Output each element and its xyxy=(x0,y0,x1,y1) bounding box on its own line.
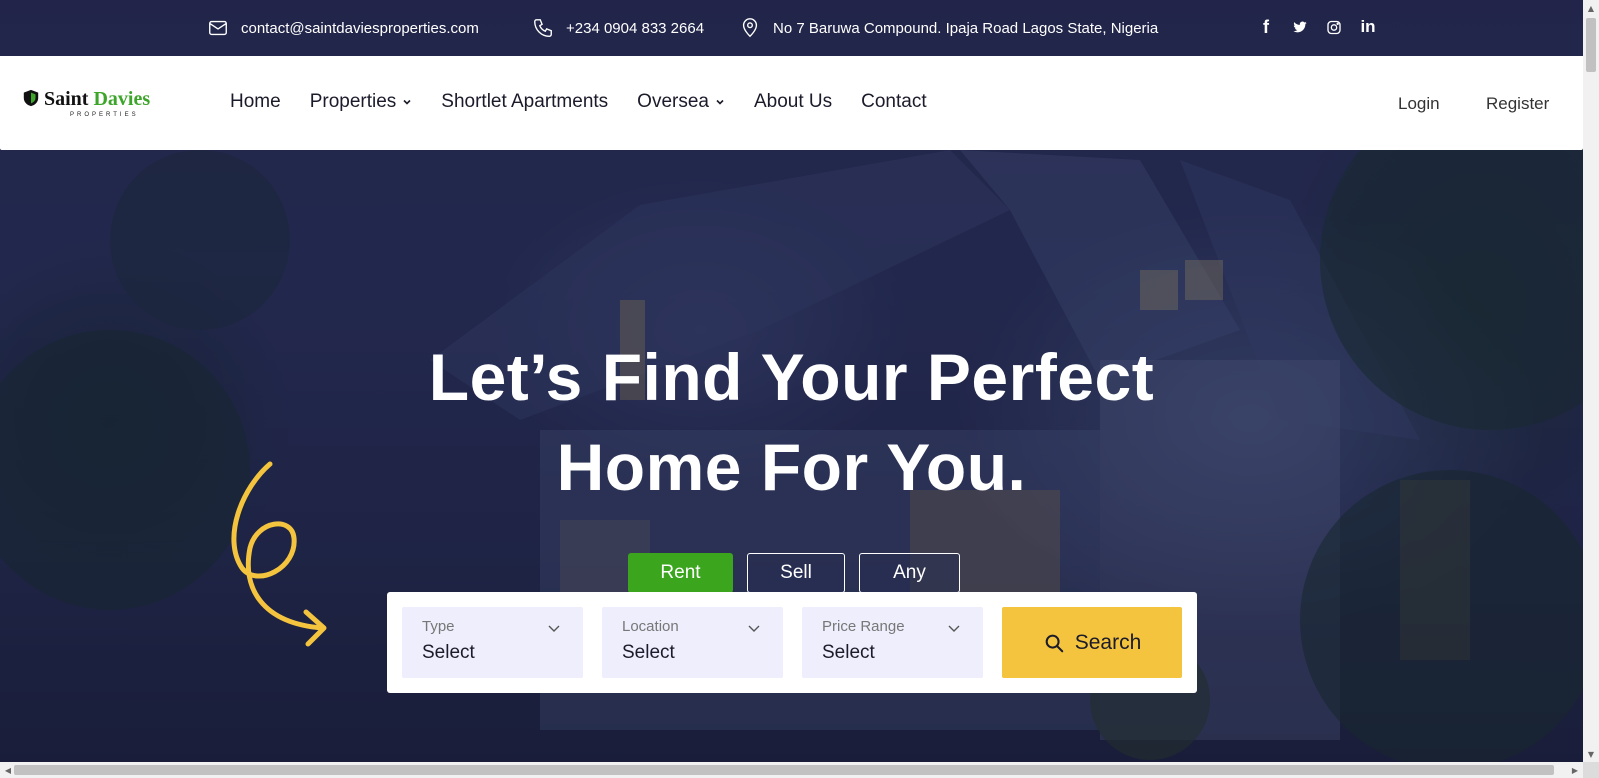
nav-about-label: About Us xyxy=(753,91,833,112)
top-contact-bar: contact@saintdaviesproperties.com +234 0… xyxy=(0,0,1583,56)
search-button-label: Search xyxy=(1074,630,1142,654)
facebook-icon[interactable]: f xyxy=(1258,17,1274,37)
nav-properties-label: Properties xyxy=(309,91,397,112)
search-icon xyxy=(1045,634,1063,652)
brand-name-part2: Davies xyxy=(93,88,151,110)
horizontal-scrollbar[interactable]: ◀ ▶ xyxy=(0,762,1583,778)
nav-home[interactable]: Home xyxy=(230,91,281,113)
twitter-icon[interactable] xyxy=(1292,17,1308,37)
nav-about[interactable]: About Us xyxy=(754,91,832,113)
scroll-down-arrow-icon[interactable]: ▼ xyxy=(1583,746,1599,762)
nav-oversea-label: Oversea xyxy=(637,91,709,112)
horizontal-scrollbar-thumb[interactable] xyxy=(14,765,1554,775)
scrollbar-corner xyxy=(1583,762,1599,778)
nav-contact[interactable]: Contact xyxy=(861,91,926,113)
nav-contact-label: Contact xyxy=(861,91,927,112)
search-button[interactable]: Search xyxy=(1002,607,1182,678)
property-search-form: Type Select Location Select Price Range … xyxy=(387,592,1197,693)
instagram-icon[interactable] xyxy=(1326,17,1342,37)
hero-title-line1: Let’s Find Your Perfect xyxy=(428,340,1155,414)
location-select[interactable]: Location Select xyxy=(602,607,783,678)
tab-rent[interactable]: Rent xyxy=(628,553,733,593)
phone-icon xyxy=(534,19,552,37)
listing-type-tabs: Rent Sell Any xyxy=(628,553,960,593)
nav-home-label: Home xyxy=(230,91,281,112)
login-link[interactable]: Login xyxy=(1398,94,1440,114)
chevron-down-icon xyxy=(403,99,411,105)
vertical-scrollbar[interactable]: ▲ ▼ xyxy=(1583,0,1599,762)
social-links: f in xyxy=(1258,17,1376,37)
brand-logo[interactable]: Saint Davies PROPERTIES xyxy=(22,88,151,118)
brand-name-part1: Saint xyxy=(44,88,89,110)
linkedin-icon[interactable]: in xyxy=(1360,17,1376,37)
chevron-down-icon xyxy=(716,99,724,105)
phone-text[interactable]: +234 0904 833 2664 xyxy=(566,20,704,37)
nav-shortlet-label: Shortlet Apartments xyxy=(441,91,609,112)
shield-logo-icon xyxy=(23,89,39,107)
scroll-up-arrow-icon[interactable]: ▲ xyxy=(1583,0,1599,16)
email-text[interactable]: contact@saintdaviesproperties.com xyxy=(241,20,479,37)
chevron-down-icon xyxy=(548,625,560,632)
nav-shortlet[interactable]: Shortlet Apartments xyxy=(441,91,608,113)
price-range-select-value: Select xyxy=(822,642,875,663)
vertical-scrollbar-thumb[interactable] xyxy=(1586,18,1596,72)
address-text: No 7 Baruwa Compound. Ipaja Road Lagos S… xyxy=(773,19,1159,37)
type-select[interactable]: Type Select xyxy=(402,607,583,678)
chevron-down-icon xyxy=(748,625,760,632)
register-link[interactable]: Register xyxy=(1486,94,1549,114)
address-contact: No 7 Baruwa Compound. Ipaja Road Lagos S… xyxy=(739,17,1158,39)
nav-menu: Home Properties Shortlet Apartments Over… xyxy=(230,91,956,113)
tab-any[interactable]: Any xyxy=(859,553,960,593)
type-select-value: Select xyxy=(422,642,475,663)
phone-contact[interactable]: +234 0904 833 2664 xyxy=(532,17,704,39)
nav-oversea[interactable]: Oversea xyxy=(637,91,725,113)
brand-subtitle: PROPERTIES xyxy=(70,112,139,118)
curly-arrow-decoration xyxy=(231,461,327,647)
envelope-icon xyxy=(209,20,227,36)
scroll-right-arrow-icon[interactable]: ▶ xyxy=(1567,762,1583,778)
main-navbar: Saint Davies PROPERTIES Home Properties … xyxy=(0,56,1583,150)
email-contact[interactable]: contact@saintdaviesproperties.com xyxy=(207,17,479,39)
price-range-select[interactable]: Price Range Select xyxy=(802,607,983,678)
location-select-value: Select xyxy=(622,642,675,663)
location-pin-icon xyxy=(742,18,758,38)
nav-properties[interactable]: Properties xyxy=(310,91,413,113)
chevron-down-icon xyxy=(948,625,960,632)
tab-sell[interactable]: Sell xyxy=(747,553,845,593)
